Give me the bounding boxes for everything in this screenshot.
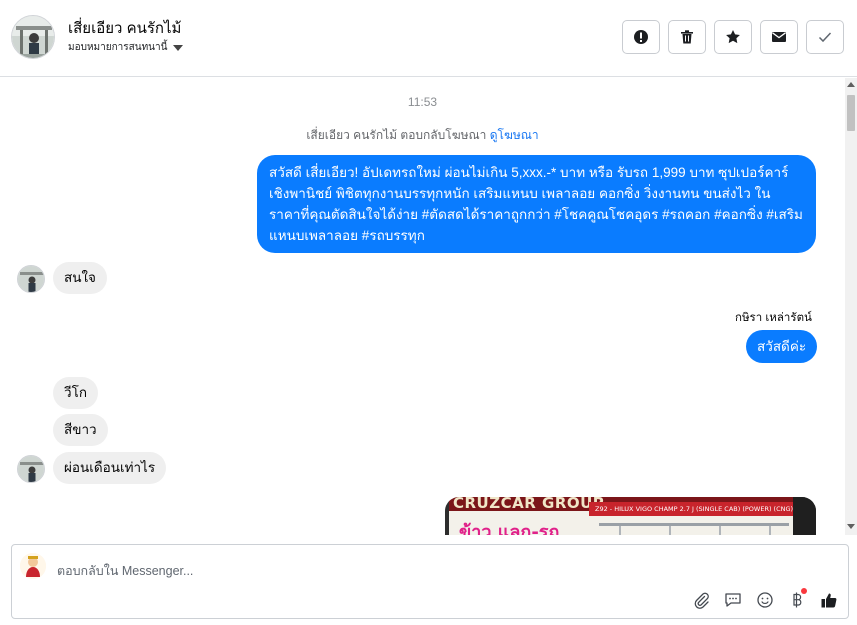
star-icon [726, 30, 740, 44]
message-line: แหนบเพลาลอย #รถบรรทุก [269, 228, 425, 243]
payment-button[interactable] [786, 588, 808, 611]
incoming-message[interactable]: ผ่อนเดือนเท่าไร [53, 452, 167, 484]
envelope-icon [772, 32, 786, 42]
message-line: สวัสดี เสี่ยเอียว! อัปเดทรถใหม่ ผ่อนไม่เ… [269, 165, 789, 180]
scroll-up-arrow[interactable] [847, 82, 855, 87]
contact-avatar-small[interactable] [17, 455, 45, 483]
paperclip-icon [694, 592, 709, 609]
like-button[interactable] [818, 589, 840, 611]
scroll-down-arrow[interactable] [847, 524, 855, 529]
outgoing-message[interactable]: สวัสดี เสี่ยเอียว! อัปเดทรถใหม่ ผ่อนไม่เ… [257, 155, 816, 253]
incoming-message[interactable]: สีขาว [53, 414, 108, 446]
conversation-actions [622, 20, 844, 54]
delete-button[interactable] [668, 20, 706, 54]
view-ad-link[interactable]: ดูโฆษณา [490, 128, 539, 142]
message-line: ราคาที่คุณตัดสินใจได้ง่าย #ตัดสดได้ราคาถ… [269, 207, 803, 222]
reply-input[interactable]: ตอบกลับใน Messenger... [57, 561, 193, 581]
message-line: เชิงพานิชย์ พิชิตทุกงานบรรทุกหนัก เสริมแ… [269, 186, 771, 201]
chevron-down-icon [173, 44, 184, 51]
emoji-button[interactable] [754, 589, 776, 611]
trash-icon [681, 30, 693, 44]
emoji-icon [757, 592, 773, 608]
image-attachment[interactable]: CRUZCAR GROUP Z92 - HILUX VIGO CHAMP 2.7… [445, 497, 816, 535]
image-brand-text: CRUZCAR GROUP [453, 497, 605, 512]
composer-tools [690, 588, 840, 611]
contact-name: เสี่ยเอียว คนรักไม้ [68, 20, 182, 37]
reply-composer[interactable]: ตอบกลับใน Messenger... [11, 544, 849, 619]
attach-button[interactable] [690, 589, 712, 611]
notification-dot [801, 588, 807, 594]
spam-button[interactable] [622, 20, 660, 54]
incoming-message[interactable]: วีโก [53, 377, 99, 409]
contact-avatar-small[interactable] [17, 265, 45, 293]
thread-scrollbar[interactable] [845, 78, 857, 535]
image-model-text: Z92 - HILUX VIGO CHAMP 2.7 J (SINGLE CAB… [589, 502, 793, 516]
message-thread[interactable]: 11:53 เสี่ยเอียว คนรักไม้ ตอบกลับโฆษณา ด… [0, 78, 845, 535]
contact-avatar[interactable] [11, 15, 55, 59]
assign-conversation-dropdown[interactable]: มอบหมายการสนทนานี้ [68, 40, 184, 55]
thumbs-up-icon [821, 593, 837, 608]
star-button[interactable] [714, 20, 752, 54]
ad-reply-notice: เสี่ยเอียว คนรักไม้ ตอบกลับโฆษณา ดูโฆษณา [0, 126, 845, 145]
saved-replies-button[interactable] [722, 589, 744, 611]
promo-image: CRUZCAR GROUP Z92 - HILUX VIGO CHAMP 2.7… [449, 497, 793, 535]
exclamation-circle-icon [634, 30, 648, 44]
sender-name: กษิรา เหล่ารัตน์ [735, 312, 812, 324]
mark-unread-button[interactable] [760, 20, 798, 54]
assign-label: มอบหมายการสนทนานี้ [68, 42, 168, 53]
outgoing-message[interactable]: สวัสดีค่ะ [746, 330, 818, 363]
page-avatar [20, 553, 46, 579]
message-timestamp: 11:53 [407, 95, 438, 109]
scroll-thumb[interactable] [847, 95, 855, 131]
image-promo-text: ข้าว แลก-รถ [459, 522, 560, 535]
checkmark-icon [818, 32, 832, 43]
incoming-message[interactable]: สนใจ [53, 262, 107, 294]
saved-reply-icon [725, 593, 741, 607]
mark-done-button[interactable] [806, 20, 844, 54]
ad-reply-text: เสี่ยเอียว คนรักไม้ ตอบกลับโฆษณา [306, 128, 487, 142]
conversation-header: เสี่ยเอียว คนรักไม้ มอบหมายการสนทนานี้ [0, 0, 857, 77]
image-edge [793, 497, 816, 535]
truck-rack-graphic [599, 523, 789, 535]
